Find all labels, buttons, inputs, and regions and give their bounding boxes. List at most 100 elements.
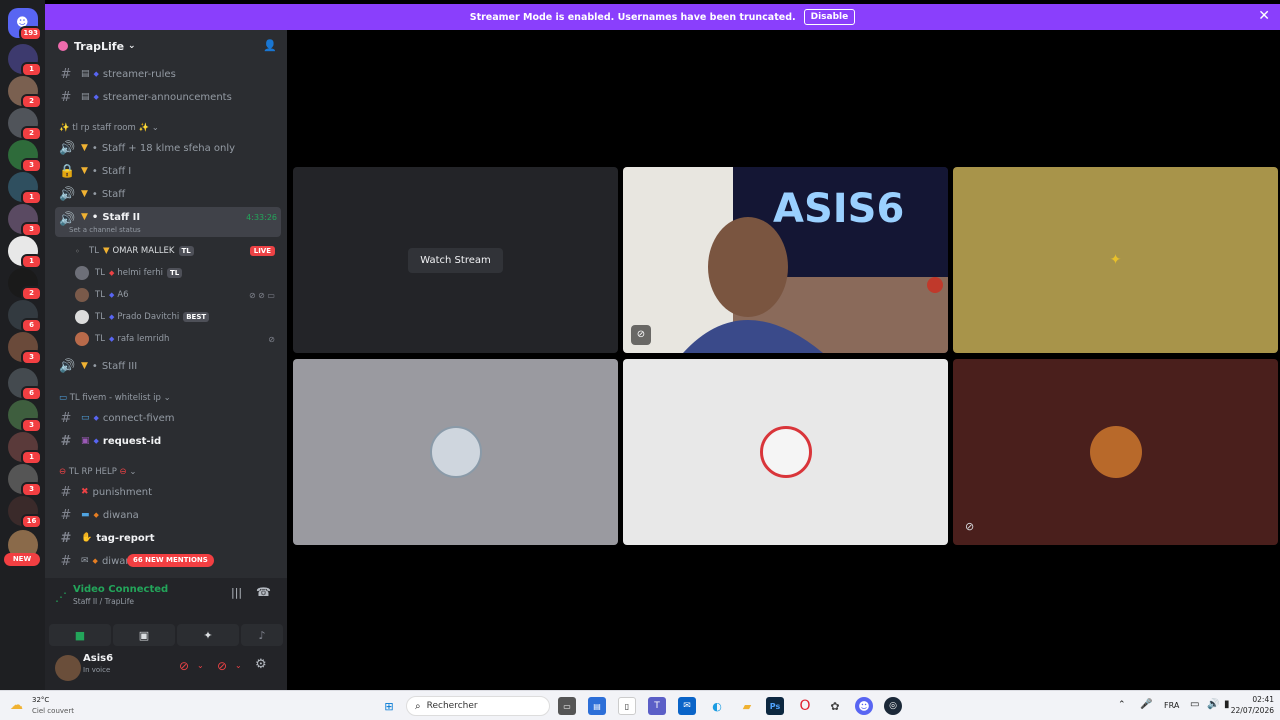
voice-user[interactable]: TL ◆ helmi ferhi TL	[75, 263, 183, 283]
avatar[interactable]	[55, 655, 81, 681]
new-mentions-pill[interactable]: 66 NEW MENTIONS	[127, 554, 214, 567]
clock-time[interactable]: 02:41	[1240, 695, 1274, 704]
video-tile-user[interactable]: ⊘	[953, 359, 1278, 545]
server-icon[interactable]: 2	[8, 76, 42, 109]
voice-user[interactable]: TL ◆ Prado Davitchi BEST	[75, 307, 210, 327]
channel-connect-fivem[interactable]: # ▭ ◆ connect-fivem	[55, 408, 281, 428]
microphone-icon[interactable]: 🎤	[1140, 699, 1152, 710]
video-tile-user[interactable]	[293, 359, 618, 545]
user-name: rafa lemridh	[117, 334, 170, 344]
channel-streamer-announcements[interactable]: # ▤ ◆ streamer-announcements	[55, 87, 281, 107]
hash-icon: #	[60, 507, 72, 523]
category-fivem[interactable]: ▭ TL fivem - whitelist ip ⌄	[59, 393, 171, 403]
monitor-icon[interactable]: ▭	[1190, 699, 1199, 710]
server-icon[interactable]: 3	[8, 464, 42, 497]
taskbar-search[interactable]: ⌕ Rechercher	[406, 696, 550, 716]
clock-date[interactable]: 22/07/2026	[1226, 706, 1274, 715]
language-indicator[interactable]: FRA	[1164, 701, 1179, 710]
start-button[interactable]: ⊞	[380, 697, 398, 715]
category-rp-help[interactable]: ⊖ TL RP HELP ⊖ ⌄	[59, 467, 136, 477]
category-staff-room[interactable]: ✨ tl rp staff room ✨ ⌄	[59, 123, 159, 133]
live-badge: LIVE	[249, 246, 275, 256]
server-badge: 1	[21, 254, 42, 269]
activities-button[interactable]: ✦	[177, 624, 239, 646]
diamond-icon: ◆	[92, 557, 98, 565]
channel-request-id[interactable]: # ▣ ◆ request-id	[55, 431, 281, 451]
voice-user[interactable]: TL ◆ rafa lemridh ⊘	[75, 329, 275, 349]
video-tile-user[interactable]	[623, 359, 948, 545]
disconnect-icon[interactable]: ☎	[256, 585, 271, 599]
voice-location[interactable]: Staff II / TrapLife	[73, 597, 134, 606]
voice-user[interactable]: ◦ TL ▼ OMAR MALLEK TL LIVE	[75, 241, 275, 261]
voice-channel-staff-18[interactable]: 🔊 ▼ • Staff + 18 klme sfeha only	[55, 138, 281, 158]
watch-stream-button[interactable]: Watch Stream	[408, 247, 503, 273]
chevron-down-icon[interactable]: ⌄	[235, 661, 242, 670]
voice-channel-staff-iii[interactable]: 🔊 ▼ • Staff III	[55, 356, 281, 376]
store-icon[interactable]: ▤	[588, 697, 606, 715]
channel-emoji-icon: ▤	[81, 92, 90, 102]
gear-icon[interactable]: ⚙	[255, 657, 267, 672]
voice-channel-staff-i[interactable]: 🔒 ▼ • Staff I	[55, 161, 281, 181]
server-icon[interactable]: 6	[8, 300, 42, 333]
diamond-icon: ◆	[108, 313, 115, 321]
task-view-icon[interactable]: ▭	[558, 697, 576, 715]
home-button[interactable]: ☻ 193	[8, 8, 42, 41]
video-tile-user[interactable]: ✦	[953, 167, 1278, 353]
voice-channel-staff-ii[interactable]: 🔊 ▼ • Staff II 4:33:26 Set a channel status	[55, 207, 281, 237]
opera-icon[interactable]: O	[796, 697, 814, 715]
steam-icon[interactable]: ◎	[884, 697, 902, 715]
app-icon[interactable]: ✿	[826, 697, 844, 715]
server-icon[interactable]: 1	[8, 236, 42, 269]
share-screen-button[interactable]: ▣	[113, 624, 175, 646]
teams-icon[interactable]: T	[648, 697, 666, 715]
chevron-up-icon[interactable]: ⌃	[1118, 700, 1126, 710]
noise-suppression-icon[interactable]: |||	[231, 586, 242, 599]
server-icon[interactable]: 3	[8, 400, 42, 433]
chevron-down-icon[interactable]: ⌄	[197, 661, 204, 670]
server-badge: 1	[21, 450, 42, 465]
diamond-icon: ◆	[108, 291, 115, 299]
role-tag: BEST	[183, 312, 210, 322]
voice-user[interactable]: TL ◆ A6 ⊘ ⊘ ▭	[75, 285, 275, 305]
discord-taskbar-icon[interactable]: ☻	[855, 697, 873, 715]
server-icon[interactable]: 6	[8, 368, 42, 401]
edge-icon[interactable]: ◐	[708, 697, 726, 715]
weather-icon[interactable]: ☁	[10, 698, 23, 713]
channel-emoji-icon: ▤	[81, 69, 90, 79]
user-prefix: TL	[95, 312, 105, 322]
server-icon[interactable]: 2	[8, 108, 42, 141]
channel-status[interactable]: Set a channel status	[69, 226, 141, 234]
server-icon[interactable]: 16	[8, 496, 42, 529]
speaker-icon[interactable]: 🔊	[1207, 699, 1219, 710]
stream-tile[interactable]: Watch Stream	[293, 167, 618, 353]
channel-diwana[interactable]: # ▬ ◆ diwana	[55, 505, 281, 525]
channel-streamer-rules[interactable]: # ▤ ◆ streamer-rules	[55, 64, 281, 84]
folder-icon[interactable]: ▰	[738, 697, 756, 715]
server-icon[interactable]: 1	[8, 172, 42, 205]
camera-button[interactable]: ■	[49, 624, 111, 646]
add-member-icon[interactable]: 👤	[263, 39, 277, 52]
channel-tag-report[interactable]: # ✋ tag-report	[55, 528, 281, 548]
server-icon[interactable]: 3	[8, 332, 42, 365]
new-unreads-pill[interactable]: NEW	[4, 553, 40, 566]
server-icon[interactable]: 1	[8, 44, 42, 77]
server-icon[interactable]: 2	[8, 268, 42, 301]
channel-punishment[interactable]: # ✖ punishment	[55, 482, 281, 502]
server-icon[interactable]: 1	[8, 432, 42, 465]
signal-icon[interactable]: ⋰	[55, 590, 67, 604]
diamond-icon: ◆	[93, 414, 99, 422]
mute-mic-icon[interactable]: ⊘	[179, 659, 189, 673]
video-tile-camera[interactable]: ASIS6 ⊘	[623, 167, 948, 353]
server-icon[interactable]: 3	[8, 140, 42, 173]
disable-streamer-mode-button[interactable]: Disable	[803, 9, 856, 25]
voice-channel-staff[interactable]: 🔊 ▼ • Staff	[55, 184, 281, 204]
server-icon[interactable]: 3	[8, 204, 42, 237]
mail-icon[interactable]: ✉	[678, 697, 696, 715]
close-icon[interactable]: ✕	[1258, 8, 1270, 24]
soundboard-button[interactable]: ♪	[241, 624, 283, 646]
guild-header[interactable]: TrapLife ⌄ 👤	[45, 30, 287, 62]
diamond-icon: ◆	[93, 70, 99, 78]
notepad-icon[interactable]: ▯	[618, 697, 636, 715]
photoshop-icon[interactable]: Ps	[766, 697, 784, 715]
deafen-icon[interactable]: ⊘	[217, 659, 227, 673]
